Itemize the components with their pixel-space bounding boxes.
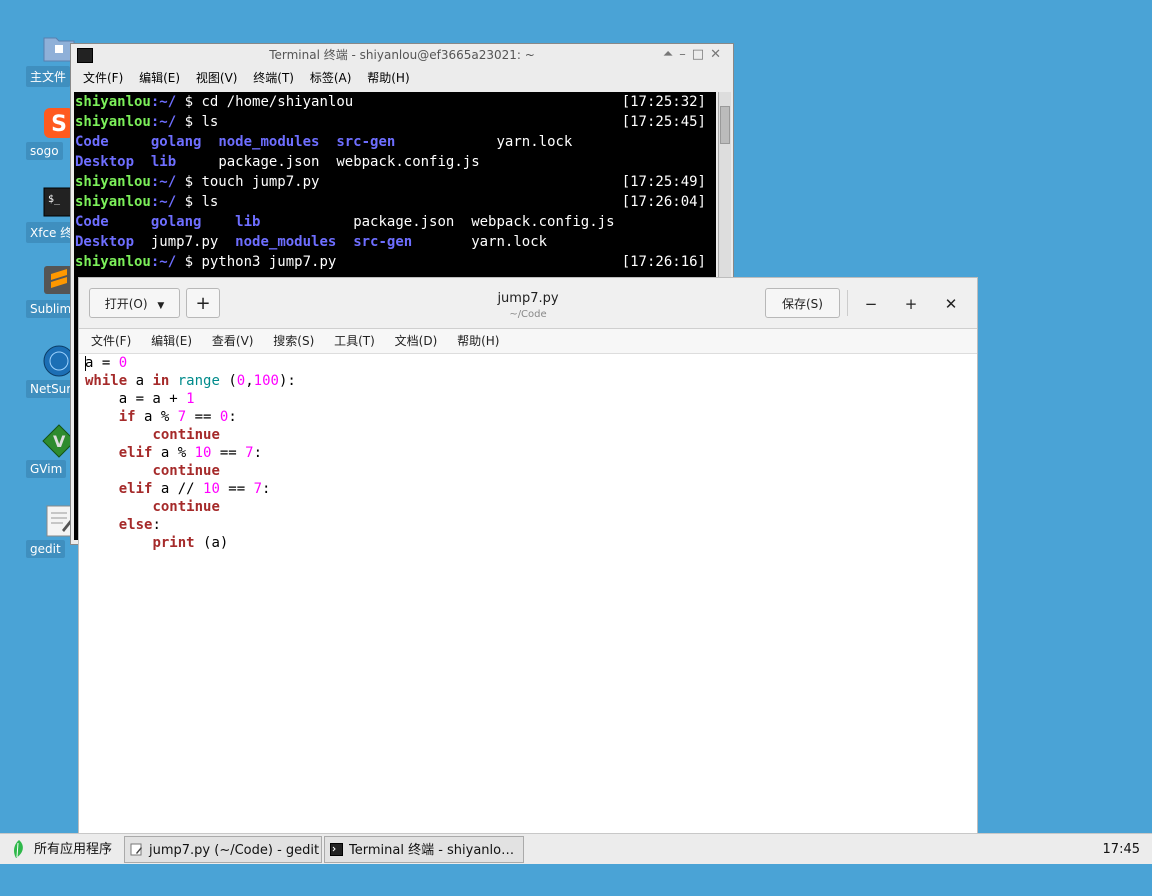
desktop-icon-label: sogo — [26, 142, 63, 160]
scrollbar-thumb[interactable] — [720, 106, 730, 144]
desktop-background-strip — [0, 864, 1152, 896]
code-line: a = 0 — [85, 355, 128, 371]
terminal-icon — [77, 48, 93, 63]
gedit-window[interactable]: 打开(O) ▼ + jump7.py ~/Code 保存(S) − + ✕ 文件… — [78, 277, 978, 835]
terminal-icon — [330, 843, 343, 856]
menu-edit[interactable]: 编辑(E) — [151, 334, 192, 348]
timestamp: [17:26:16] — [621, 254, 706, 270]
terminal-output-line: Code golang node_modules src-gen yarn.lo… — [75, 134, 573, 150]
menu-terminal[interactable]: 终端(T) — [253, 71, 294, 85]
menu-documents[interactable]: 文档(D) — [395, 334, 438, 348]
terminal-output-line: Desktop lib package.json webpack.config.… — [75, 154, 480, 170]
terminal-titlebar[interactable]: Terminal 终端 - shiyanlou@ef3665a23021: ~ … — [71, 44, 733, 66]
timestamp: [17:25:45] — [621, 114, 706, 130]
code-line: continue — [152, 499, 220, 515]
header-separator — [847, 290, 848, 316]
timestamp: [17:25:32] — [621, 94, 706, 110]
menu-view[interactable]: 视图(V) — [196, 71, 238, 85]
code-line: continue — [152, 427, 220, 443]
close-icon[interactable]: ✕ — [941, 296, 961, 312]
menu-tabs[interactable]: 标签(A) — [310, 71, 352, 85]
timestamp: [17:26:04] — [621, 194, 706, 210]
terminal-line: shiyanlou:~/ $ ls [17:26:04] — [75, 194, 706, 210]
terminal-line: shiyanlou:~/ $ touch jump7.py [17:25:49] — [75, 174, 706, 190]
menu-help[interactable]: 帮助(H) — [457, 334, 499, 348]
menu-file[interactable]: 文件(F) — [91, 334, 131, 348]
terminal-menubar: 文件(F) 编辑(E) 视图(V) 终端(T) 标签(A) 帮助(H) — [71, 66, 733, 90]
clock[interactable]: 17:45 — [1103, 836, 1140, 863]
gedit-headerbar[interactable]: 打开(O) ▼ + jump7.py ~/Code 保存(S) − + ✕ — [79, 278, 977, 329]
menu-edit[interactable]: 编辑(E) — [139, 71, 180, 85]
menu-file[interactable]: 文件(F) — [83, 71, 123, 85]
taskbar-item-terminal[interactable]: Terminal 终端 - shiyanlou@ef3665a23021: ~ — [324, 836, 524, 863]
terminal-title: Terminal 终端 - shiyanlou@ef3665a23021: ~ — [269, 48, 535, 62]
terminal-line: shiyanlou:~/ $ cd /home/shiyanlou [17:25:… — [75, 94, 706, 110]
maximize-icon[interactable]: □ — [692, 47, 710, 62]
terminal-output-line: Code golang lib package.json webpack.con… — [75, 214, 615, 230]
code-line: elif a // 10 == 7: — [118, 481, 271, 497]
document-title: jump7.py — [497, 291, 559, 306]
menu-view[interactable]: 查看(V) — [212, 334, 254, 348]
minimize-icon[interactable]: – — [679, 47, 692, 62]
taskbar-item-label: jump7.py (~/Code) - gedit — [149, 843, 320, 858]
menu-search[interactable]: 搜索(S) — [273, 334, 314, 348]
terminal-output-line: Desktop jump7.py node_modules src-gen ya… — [75, 234, 548, 250]
save-button[interactable]: 保存(S) — [765, 288, 840, 318]
code-line: continue — [152, 463, 220, 479]
window-controls: ⏶–□✕ — [663, 44, 727, 66]
applications-menu-button[interactable]: 所有应用程序 — [6, 836, 118, 863]
gedit-menubar: 文件(F) 编辑(E) 查看(V) 搜索(S) 工具(T) 文档(D) 帮助(H… — [79, 329, 977, 354]
menu-help[interactable]: 帮助(H) — [367, 71, 409, 85]
desktop-icon-label: 主文件 — [26, 66, 71, 87]
document-path: ~/Code — [509, 309, 547, 320]
terminal-line: shiyanlou:~/ $ python3 jump7.py [17:26:16… — [75, 254, 706, 270]
code-line: print (a) — [152, 535, 229, 551]
taskbar: 所有应用程序 jump7.py (~/Code) - gedit Termina… — [0, 833, 1152, 865]
code-line: else: — [118, 517, 161, 533]
svg-text:S: S — [51, 112, 67, 137]
desktop-icon-label: gedit — [26, 540, 65, 558]
close-icon[interactable]: ✕ — [710, 47, 727, 62]
app-menu-leaf-icon — [14, 840, 23, 858]
gedit-icon — [130, 843, 142, 856]
minimize-icon[interactable]: − — [861, 296, 881, 312]
taskbar-item-gedit[interactable]: jump7.py (~/Code) - gedit — [124, 836, 322, 863]
svg-text:V: V — [53, 432, 66, 451]
svg-text:$_: $_ — [48, 194, 61, 205]
menu-tools[interactable]: 工具(T) — [334, 334, 375, 348]
applications-menu-label: 所有应用程序 — [34, 842, 113, 857]
code-line: while a in range (0,100): — [85, 373, 296, 389]
terminal-line: shiyanlou:~/ $ ls [17:25:45] — [75, 114, 706, 130]
taskbar-item-label: Terminal 终端 - shiyanlou@ef3665a23021: ~ — [349, 843, 519, 858]
timestamp: [17:25:49] — [621, 174, 706, 190]
code-line: elif a % 10 == 7: — [118, 445, 263, 461]
code-line: a = a + 1 — [118, 391, 195, 407]
code-line: if a % 7 == 0: — [118, 409, 237, 425]
shade-icon[interactable]: ⏶ — [663, 47, 679, 62]
desktop-icon-label: Xfce 终 — [26, 222, 77, 243]
desktop-icon-label: GVim — [26, 460, 67, 478]
code-editor[interactable]: a = 0 while a in range (0,100): a = a + … — [79, 354, 977, 834]
maximize-icon[interactable]: + — [901, 296, 921, 312]
